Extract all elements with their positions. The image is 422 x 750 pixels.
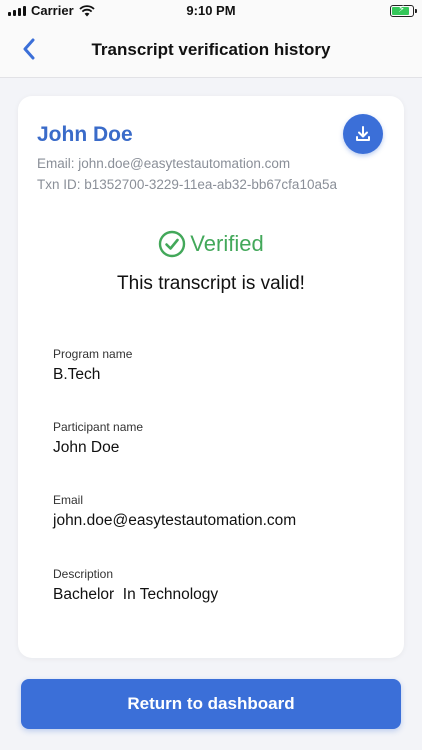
field-program-name: Program name B.Tech [53,347,132,384]
check-circle-icon [159,230,186,258]
field-label: Program name [53,347,133,361]
page-title: Transcript verification history [91,40,331,59]
field-description: Description Bachelor In Technology [53,567,218,604]
charging-bolt-icon: ⚡ [398,4,406,15]
txn-id-meta: Txn ID: b1352700-3229-11ea-ab32-bb67cfa1… [37,177,337,192]
battery-icon: ⚡ [390,4,417,17]
status-time: 9:10 PM [186,3,236,18]
field-email: Email john.doe@easytestautomation.com [53,493,296,530]
field-value: B.Tech [53,366,101,383]
field-participant-name: Participant name John Doe [53,420,143,457]
field-label: Description [53,567,114,581]
valid-message: This transcript is valid! [117,273,305,294]
email-meta: Email: john.doe@easytestautomation.com [37,156,291,171]
field-label: Participant name [53,420,144,434]
participant-name-heading: John Doe [37,123,133,146]
verified-status: Verified [18,230,404,258]
nav-bar: Transcript verification history [0,22,422,78]
field-value: john.doe@easytestautomation.com [53,512,297,529]
status-bar: Carrier 9:10 PM ⚡ [0,0,422,22]
download-button[interactable] [343,114,383,154]
field-value: John Doe [53,439,120,456]
transcript-card: John Doe Email: john.doe@easytestautomat… [18,96,404,658]
verified-label: Verified [190,231,264,256]
field-label: Email [53,493,84,507]
field-value: Bachelor In Technology [53,586,219,603]
download-icon [356,126,370,141]
return-to-dashboard-button[interactable]: Return to dashboard [21,679,401,729]
